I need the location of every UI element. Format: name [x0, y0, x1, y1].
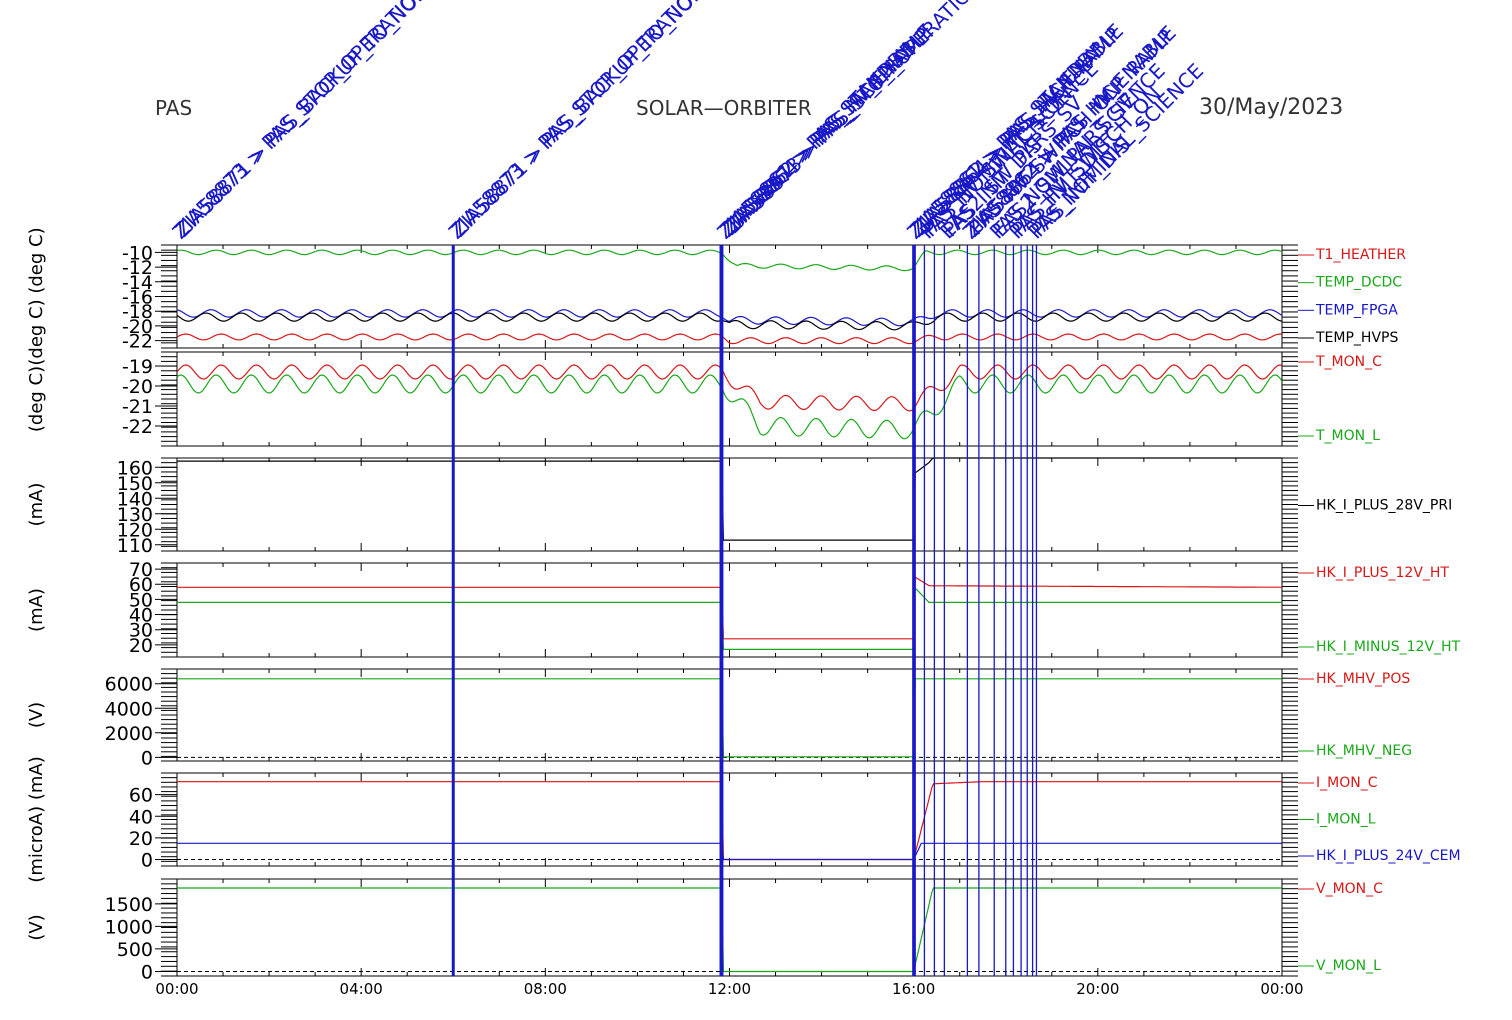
y-tick-label: 20: [129, 828, 153, 850]
legend-label: HK_MHV_NEG: [1316, 743, 1412, 759]
series-line: [177, 586, 1282, 650]
x-tick-label: 20:00: [1076, 980, 1119, 998]
y-tick-label: 2000: [105, 723, 153, 745]
panel-frame: [176, 668, 1283, 762]
y-axis-label: (deg C) (deg C): [26, 227, 47, 365]
y-axis-label: (V): [26, 702, 47, 728]
y-axis-label: (deg C): [26, 366, 47, 432]
y-tick-label: -21: [122, 396, 153, 418]
legend-label: HK_I_PLUS_28V_PRI: [1316, 498, 1452, 514]
legend-label: V_MON_C: [1316, 881, 1383, 897]
y-tick-label: 6000: [105, 674, 153, 696]
legend-label: V_MON_L: [1316, 958, 1381, 974]
event-label: ZIA58871 > PAS_BACKUP_TO_NOMINAL: [447, 0, 744, 242]
x-tick-label: 16:00: [892, 980, 935, 998]
legend-label: T_MON_L: [1315, 428, 1380, 444]
legend-label: TEMP_HVPS: [1315, 330, 1398, 346]
legend-label: T1_HEATHER: [1315, 247, 1406, 263]
panel-frame: [176, 457, 1283, 552]
legend-label: HK_MHV_POS: [1316, 671, 1410, 687]
series-line: [177, 457, 1282, 541]
legend-label: HK_I_PLUS_12V_HT: [1316, 565, 1449, 581]
timeseries-plot: -10-12-14-16-18-20-22(deg C) (deg C) T1_H…: [26, 0, 1461, 998]
panel-frame: [176, 772, 1283, 867]
series-line: [177, 781, 1282, 861]
y-tick-label: 0: [141, 850, 153, 872]
y-tick-label: 1000: [105, 916, 153, 938]
y-tick-label: 0: [141, 961, 153, 983]
x-tick-label: 00:00: [1260, 980, 1303, 998]
x-tick-label: 04:00: [340, 980, 383, 998]
event-label: ZIA58871 > PAS_BACKUP_TO_NOMINAL: [171, 0, 468, 242]
chart-stage: PAS SOLAR—ORBITER 30/May/2023 -10 -12 -14-…: [0, 0, 1512, 1020]
y-tick-label: 40: [129, 806, 153, 828]
legend-label: T_MON_C: [1315, 354, 1382, 370]
panel-frame: [176, 878, 1283, 977]
series-line: [177, 575, 1282, 640]
x-tick-label: 12:00: [708, 980, 751, 998]
series-line: [176, 249, 1283, 272]
series-line: [177, 678, 1282, 758]
series-line: [177, 842, 1282, 861]
y-tick-label: 500: [117, 939, 153, 961]
legend-label: HK_I_PLUS_24V_CEM: [1316, 848, 1461, 864]
y-tick-label: 20: [129, 635, 153, 657]
series-line: [177, 887, 1282, 973]
legend-label: TEMP_DCDC: [1315, 275, 1402, 291]
series-line: [176, 309, 1283, 327]
y-tick-label: -22: [122, 416, 153, 438]
legend-label: I_MON_C: [1316, 775, 1378, 791]
y-tick-label: -19: [122, 356, 153, 378]
y-axis-label: (mA): [26, 588, 47, 632]
y-tick-label: 4000: [105, 698, 153, 720]
panel-frame: [176, 562, 1283, 658]
x-tick-label: 08:00: [524, 980, 567, 998]
y-tick-label: 1500: [105, 894, 153, 916]
y-axis-label: (microA) (mA): [26, 756, 47, 882]
y-axis-label: (mA): [26, 483, 47, 527]
y-tick-label: 0: [141, 747, 153, 769]
y-tick-label: -20: [122, 376, 153, 398]
x-tick-label: 00:00: [155, 980, 198, 998]
y-tick-label: -22: [122, 331, 153, 353]
y-axis-label: (V): [26, 914, 47, 940]
y-tick-label: 60: [129, 785, 153, 807]
legend-label: HK_I_MINUS_12V_HT: [1316, 639, 1461, 655]
legend-label: I_MON_L: [1316, 812, 1376, 828]
y-tick-label: 110: [117, 535, 153, 557]
legend-label: TEMP_FPGA: [1315, 302, 1398, 318]
series-line: [176, 364, 1283, 412]
panel-frame: [176, 351, 1283, 447]
